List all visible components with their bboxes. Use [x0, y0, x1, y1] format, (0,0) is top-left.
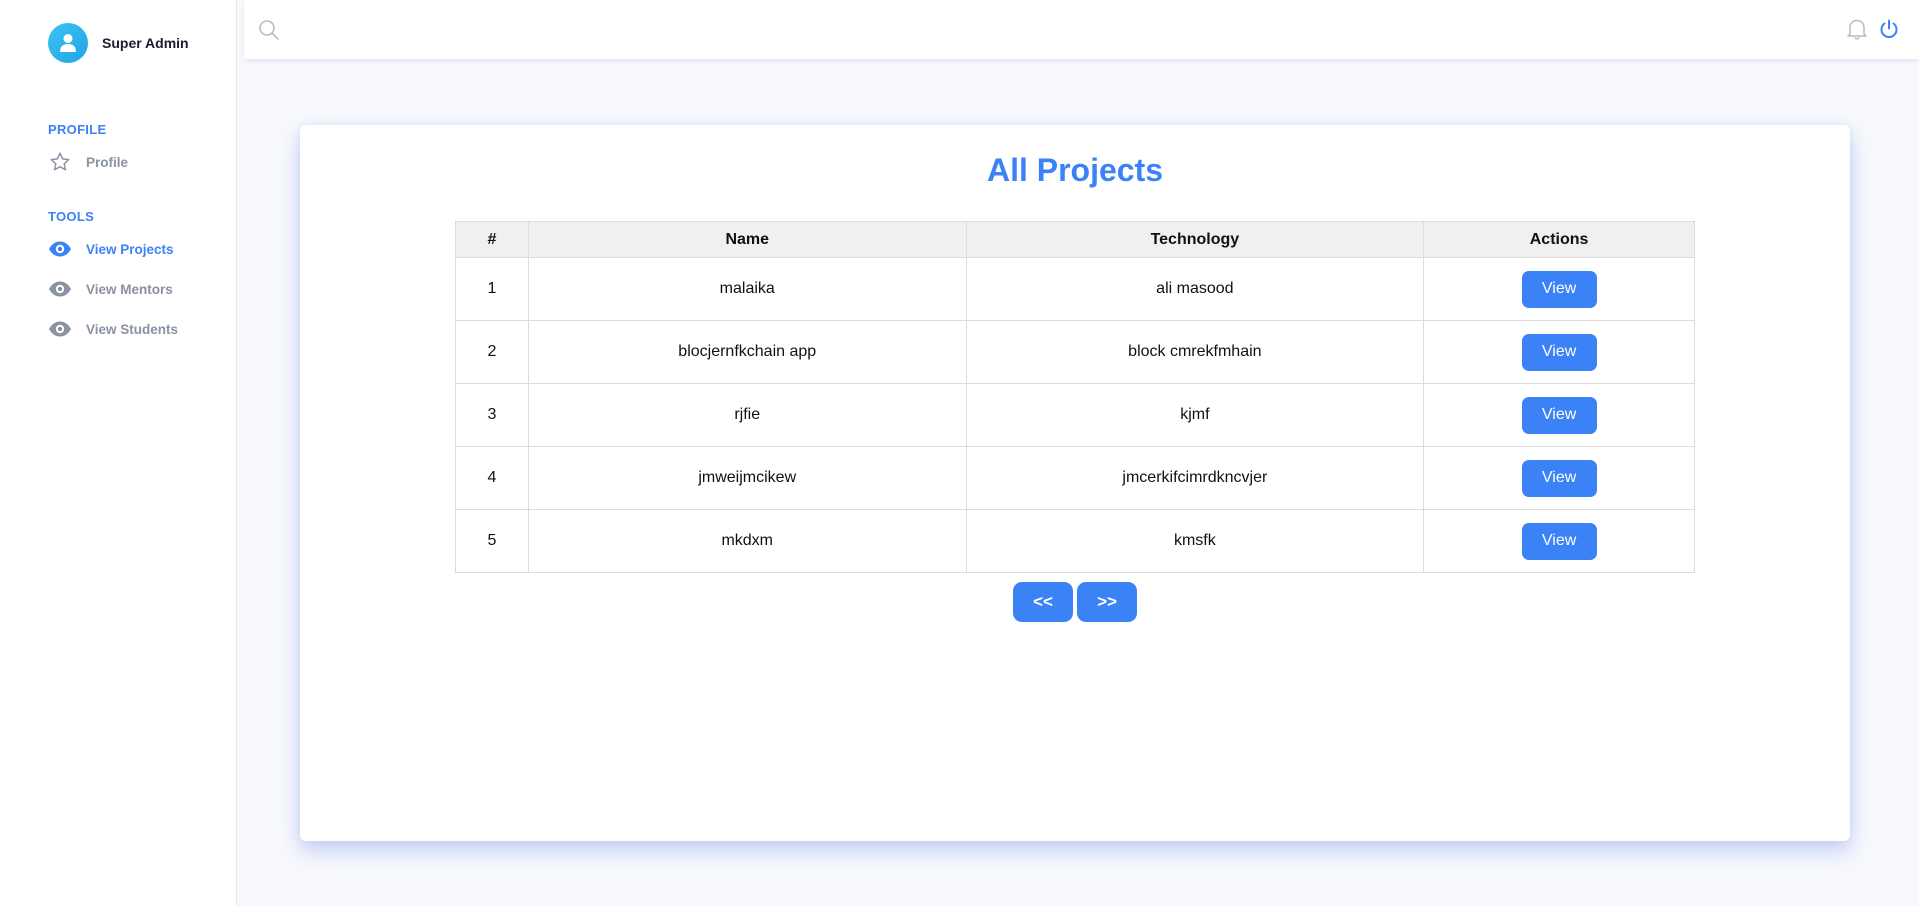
- column-header-number: #: [455, 221, 529, 258]
- cell-number: 4: [455, 446, 529, 510]
- table-row: 4 jmweijmcikew jmcerkifcimrdkncvjer View: [455, 446, 1695, 510]
- cell-actions: View: [1423, 383, 1695, 447]
- cell-actions: View: [1423, 320, 1695, 384]
- column-header-technology: Technology: [965, 221, 1425, 258]
- table-row: 1 malaika ali masood View: [455, 257, 1695, 321]
- cell-actions: View: [1423, 257, 1695, 321]
- cell-name: rjfie: [527, 383, 967, 447]
- avatar[interactable]: [48, 23, 88, 63]
- sidebar-item-profile[interactable]: Profile: [48, 152, 128, 172]
- sidebar-item-label: View Mentors: [86, 281, 173, 297]
- previous-page-button[interactable]: <<: [1013, 582, 1073, 622]
- view-button[interactable]: View: [1521, 270, 1597, 308]
- cell-technology: jmcerkifcimrdkncvjer: [965, 446, 1425, 510]
- power-icon[interactable]: [1879, 19, 1899, 44]
- table-row: 2 blocjernfkchain app block cmrekfmhain …: [455, 320, 1695, 384]
- user-profile[interactable]: Super Admin: [48, 23, 189, 63]
- cell-name: blocjernfkchain app: [527, 320, 967, 384]
- cell-technology: ali masood: [965, 257, 1425, 321]
- eye-icon: [48, 279, 72, 299]
- user-icon: [60, 34, 76, 52]
- column-header-name: Name: [527, 221, 967, 258]
- cell-actions: View: [1423, 446, 1695, 510]
- pagination: << >>: [1013, 582, 1137, 622]
- projects-table: # Name Technology Actions 1 malaika ali …: [455, 221, 1695, 573]
- section-title-profile: PROFILE: [48, 122, 107, 137]
- section-title-tools: TOOLS: [48, 209, 95, 224]
- view-button[interactable]: View: [1521, 459, 1597, 497]
- star-icon: [48, 152, 72, 172]
- cell-actions: View: [1423, 509, 1695, 573]
- sidebar: Super Admin PROFILE Profile TOOLS View P…: [0, 0, 237, 906]
- cell-technology: kjmf: [965, 383, 1425, 447]
- search-icon[interactable]: [258, 19, 280, 46]
- cell-number: 2: [455, 320, 529, 384]
- cell-technology: block cmrekfmhain: [965, 320, 1425, 384]
- view-button[interactable]: View: [1521, 396, 1597, 434]
- cell-technology: kmsfk: [965, 509, 1425, 573]
- cell-name: mkdxm: [527, 509, 967, 573]
- eye-icon: [48, 319, 72, 339]
- table-row: 5 mkdxm kmsfk View: [455, 509, 1695, 573]
- projects-card: All Projects # Name Technology Actions 1…: [300, 125, 1850, 841]
- topbar: [244, 0, 1919, 59]
- cell-number: 1: [455, 257, 529, 321]
- cell-name: jmweijmcikew: [527, 446, 967, 510]
- cell-name: malaika: [527, 257, 967, 321]
- view-button[interactable]: View: [1521, 333, 1597, 371]
- cell-number: 5: [455, 509, 529, 573]
- sidebar-item-view-students[interactable]: View Students: [48, 319, 178, 339]
- table-row: 3 rjfie kjmf View: [455, 383, 1695, 447]
- bell-icon[interactable]: [1847, 18, 1867, 45]
- cell-number: 3: [455, 383, 529, 447]
- sidebar-item-label: Profile: [86, 154, 129, 170]
- sidebar-item-view-mentors[interactable]: View Mentors: [48, 279, 173, 299]
- next-page-button[interactable]: >>: [1077, 582, 1137, 622]
- table-header-row: # Name Technology Actions: [455, 221, 1695, 258]
- sidebar-item-label: View Students: [86, 321, 179, 337]
- user-name: Super Admin: [102, 35, 189, 51]
- page-title: All Projects: [986, 152, 1164, 188]
- sidebar-item-view-projects[interactable]: View Projects: [48, 239, 174, 259]
- view-button[interactable]: View: [1521, 522, 1597, 560]
- eye-icon: [48, 239, 72, 259]
- sidebar-item-label: View Projects: [86, 241, 174, 257]
- column-header-actions: Actions: [1423, 221, 1695, 258]
